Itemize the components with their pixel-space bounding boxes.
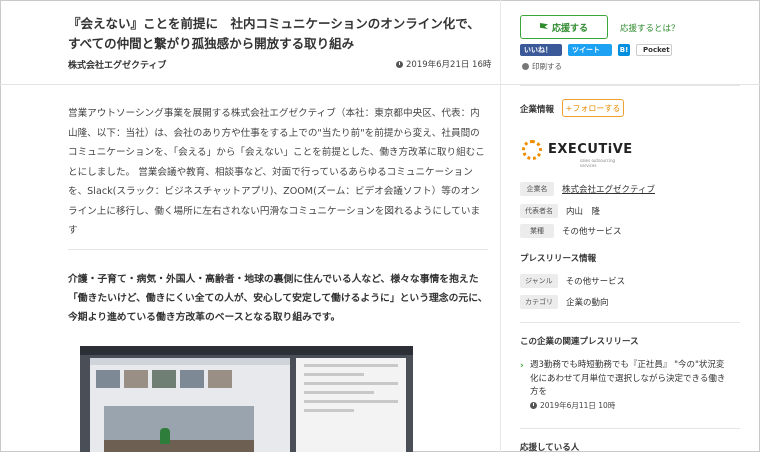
logo-tagline: sales outsourcing services [580, 158, 616, 168]
press-row-genre: ジャンル その他サービス [520, 274, 625, 288]
video-tile [96, 370, 120, 388]
article-photo[interactable] [80, 346, 413, 452]
support-button[interactable]: 応援する [520, 15, 608, 39]
company-logo[interactable]: EXECUTiVE sales outsourcing services [520, 136, 633, 168]
company-info-title: 企業情報 [520, 105, 555, 115]
company-row-tag: 業種 [520, 224, 554, 238]
tweet-button[interactable]: ツイート [568, 44, 612, 56]
logo-mark-icon [522, 140, 542, 160]
press-row-tag: ジャンル [520, 274, 558, 288]
facebook-like-label: いいね！ [524, 46, 552, 54]
publish-date: 2019年6月21日 16時 [396, 58, 491, 70]
print-label: 印刷する [532, 62, 562, 71]
press-info-title: プレスリリース情報 [520, 254, 597, 264]
sidebar-divider [520, 428, 740, 429]
company-row-ceo: 代表者名 内山 隆 [520, 204, 600, 218]
press-row-tag: カテゴリ [520, 295, 558, 309]
company-row-tag: 代表者名 [520, 204, 558, 218]
video-tile [208, 370, 232, 388]
company-name-link[interactable]: 株式会社エグゼクティブ [68, 58, 166, 71]
related-release-link[interactable]: 週3勤務でも時短勤務でも『正社員』 "今の"状況変化にあわせて月単位で選択しなが… [530, 359, 730, 400]
photo-chat-panel [296, 358, 406, 452]
publish-date-text: 2019年6月21日 16時 [406, 60, 492, 70]
article-lead: 営業アウトソーシング事業を展開する株式会社エグゼクティブ（本社：東京都中央区、代… [68, 108, 485, 236]
support-button-label: 応援する [551, 23, 588, 34]
what-is-support-link[interactable]: 応援するとは？ [620, 22, 680, 34]
hatena-bookmark-button[interactable]: B! [618, 44, 630, 56]
company-row-value[interactable]: 株式会社エグゼクティブ [562, 183, 655, 195]
company-row-name: 企業名 株式会社エグゼクティブ [520, 182, 655, 196]
flag-icon [539, 23, 548, 31]
related-release-date-text: 2019年6月11日 10時 [540, 401, 616, 410]
article-title: 『会えない』ことを前提に 社内コミュニケーションのオンライン化で、すべての仲間と… [68, 16, 480, 51]
sidebar-divider [520, 85, 740, 86]
pocket-button[interactable]: Pocket [636, 44, 672, 56]
photo-video-call-window [90, 358, 290, 452]
video-tile [152, 370, 176, 388]
clock-icon [396, 60, 403, 68]
facebook-like-button[interactable]: いいね！ [520, 44, 562, 56]
related-releases-title: この企業の関連プレスリリース [520, 337, 639, 347]
article-highlight: 介護・子育て・病気・外国人・高齢者・地球の裏側に住んでいる人など、様々な事情を抱… [68, 274, 488, 323]
press-row-value[interactable]: 企業の動向 [566, 296, 609, 308]
related-release-date: 2019年6月11日 10時 [530, 400, 615, 411]
company-row-value[interactable]: その他サービス [562, 225, 622, 237]
video-tile [124, 370, 148, 388]
follow-button[interactable]: +フォローする [562, 99, 624, 117]
tweet-label: ツイート [572, 46, 600, 54]
section-separator [68, 249, 488, 250]
chevron-right-icon: › [520, 361, 524, 371]
supporters-title: 応援している人 [520, 443, 580, 452]
print-icon [522, 63, 529, 70]
column-divider [500, 0, 501, 452]
logo-wordmark: EXECUTiVE [548, 142, 633, 157]
video-office-view [104, 406, 254, 452]
press-row-value[interactable]: その他サービス [566, 275, 626, 287]
sidebar-divider [520, 322, 740, 323]
company-row-tag: 企業名 [520, 182, 554, 196]
company-row-value: 内山 隆 [566, 207, 601, 217]
print-button[interactable]: 印刷する [522, 61, 562, 72]
video-tile [180, 370, 204, 388]
clock-icon [530, 402, 537, 409]
company-row-industry: 業種 その他サービス [520, 224, 622, 238]
hatena-label: B! [619, 46, 629, 54]
pocket-label: Pocket [643, 46, 670, 54]
photo-menubar [80, 346, 413, 355]
press-row-category: カテゴリ 企業の動向 [520, 295, 609, 309]
